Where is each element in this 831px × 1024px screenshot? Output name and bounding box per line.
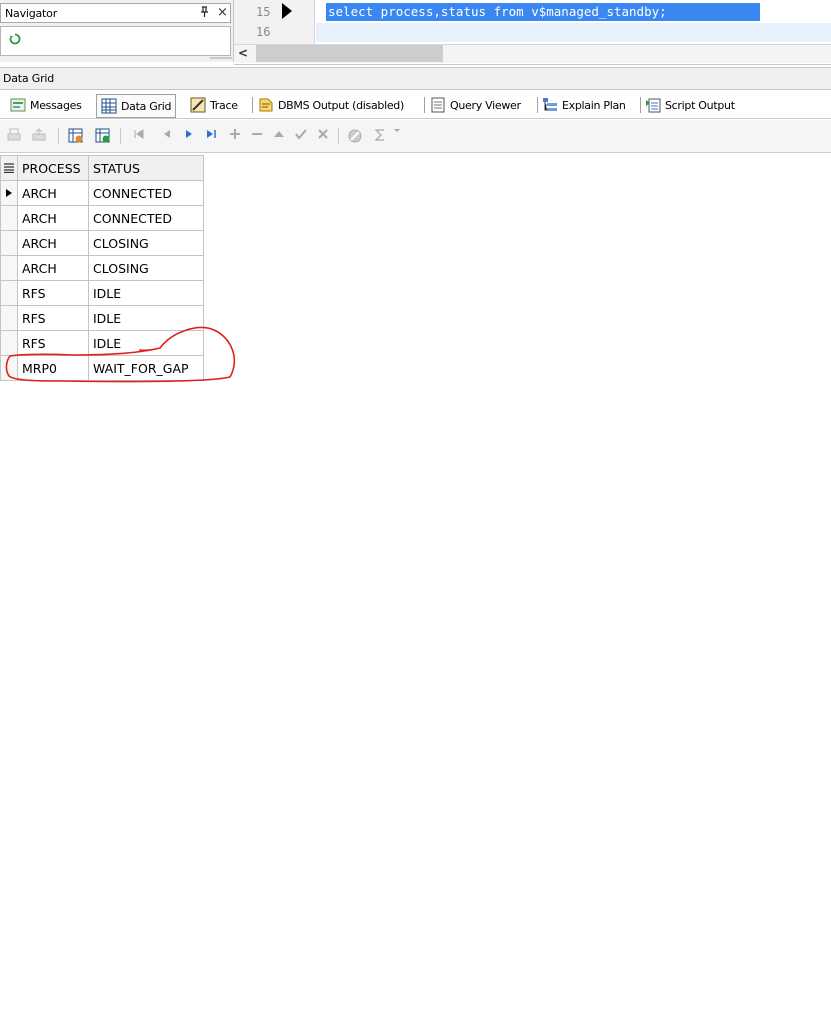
result-tabs: Messages Data Grid Trace DBMS Output (di… <box>0 92 831 119</box>
sum-dropdown-icon[interactable] <box>393 126 401 137</box>
code-text[interactable]: select process,status from v$managed_sta… <box>328 4 667 19</box>
table-row[interactable]: ARCH CLOSING <box>0 230 204 256</box>
first-record-icon[interactable] <box>133 128 145 144</box>
cell-status[interactable]: CLOSING <box>88 230 204 256</box>
tab-label: Query Viewer <box>450 98 521 112</box>
clear-icon[interactable] <box>347 128 363 148</box>
refresh-grid-icon[interactable] <box>68 128 84 148</box>
cell-status[interactable]: CONNECTED <box>88 180 204 206</box>
navigator-header: Navigator × <box>0 3 231 23</box>
navigator-body <box>0 26 231 56</box>
cell-process[interactable]: ARCH <box>17 255 89 281</box>
toolbar-separator <box>120 128 121 144</box>
execution-pointer-icon <box>282 3 292 19</box>
table-row[interactable]: ARCH CONNECTED <box>0 205 204 231</box>
row-selector[interactable] <box>0 255 18 281</box>
line-number: 16 <box>256 25 271 39</box>
line-gutter: 15 16 <box>234 0 315 44</box>
close-icon[interactable]: × <box>217 5 228 20</box>
prior-record-icon[interactable] <box>161 128 173 144</box>
tab-separator <box>252 97 253 113</box>
script-output-icon <box>645 97 661 113</box>
row-selector[interactable] <box>0 280 18 306</box>
tab-label: Data Grid <box>121 99 172 113</box>
tab-separator <box>640 97 641 113</box>
scroll-left-icon[interactable]: < <box>238 46 248 60</box>
cell-status[interactable]: IDLE <box>88 280 204 306</box>
tab-separator <box>537 97 538 113</box>
post-edit-icon[interactable] <box>295 128 307 144</box>
tab-explain-plan[interactable]: Explain Plan <box>542 94 626 116</box>
column-header-status[interactable]: STATUS <box>88 155 204 181</box>
column-header-process[interactable]: PROCESS <box>17 155 89 181</box>
tab-dbms-output[interactable]: DBMS Output (disabled) <box>258 94 404 116</box>
cell-process[interactable]: ARCH <box>17 180 89 206</box>
tab-label: Trace <box>210 98 238 112</box>
navigator-panel: Navigator × <box>0 0 234 62</box>
line-number: 15 <box>256 5 271 19</box>
editor-horizontal-scrollbar[interactable]: < <box>234 44 831 63</box>
current-row-indicator-icon <box>0 180 18 206</box>
cell-status[interactable]: CLOSING <box>88 255 204 281</box>
dbms-output-icon <box>258 97 274 113</box>
cell-status[interactable]: CONNECTED <box>88 205 204 231</box>
next-record-icon[interactable] <box>183 128 195 144</box>
tab-separator <box>424 97 425 113</box>
cell-process[interactable]: RFS <box>17 280 89 306</box>
sql-editor[interactable]: 15 16 select process,status from v$manag… <box>234 0 831 65</box>
row-selector[interactable] <box>0 230 18 256</box>
tab-messages[interactable]: Messages <box>10 94 82 116</box>
toolbar-separator <box>58 128 59 144</box>
cancel-edit-icon[interactable] <box>317 128 329 144</box>
table-row[interactable]: RFS IDLE <box>0 280 204 306</box>
panel-title: Data Grid <box>3 72 55 85</box>
trace-icon <box>190 97 206 113</box>
toolbar-separator <box>338 128 339 144</box>
red-annotation-circle <box>5 326 236 383</box>
header-row: PROCESS STATUS <box>0 155 204 181</box>
tab-script-output[interactable]: Script Output <box>645 94 735 116</box>
table-row[interactable]: ARCH CONNECTED <box>0 180 204 206</box>
table-row[interactable]: ARCH CLOSING <box>0 255 204 281</box>
grid-icon <box>101 98 117 114</box>
refresh-icon[interactable] <box>9 33 21 49</box>
last-record-icon[interactable] <box>205 128 217 144</box>
row-selector[interactable] <box>0 205 18 231</box>
navigator-title: Navigator <box>5 7 58 20</box>
edit-record-icon[interactable] <box>273 128 285 144</box>
row-selector-header[interactable] <box>0 155 18 181</box>
tab-label: Script Output <box>665 98 735 112</box>
explain-plan-icon <box>542 97 558 113</box>
pin-icon[interactable] <box>200 6 209 20</box>
tab-label: DBMS Output (disabled) <box>278 98 404 112</box>
tab-label: Messages <box>30 98 82 112</box>
messages-icon <box>10 97 26 113</box>
delete-record-icon[interactable] <box>251 128 263 144</box>
tab-trace[interactable]: Trace <box>190 94 238 116</box>
grid-toolbar <box>0 120 831 153</box>
current-line-highlight <box>316 23 831 42</box>
navigator-scrollbar[interactable] <box>210 57 232 59</box>
data-grid-panel-header: Data Grid <box>0 67 831 90</box>
filter-grid-icon[interactable] <box>95 128 111 148</box>
tab-data-grid[interactable]: Data Grid <box>96 94 177 118</box>
print-icon[interactable] <box>7 128 21 146</box>
cell-process[interactable]: ARCH <box>17 230 89 256</box>
tab-query-viewer[interactable]: Query Viewer <box>430 94 521 116</box>
tab-label: Explain Plan <box>562 98 626 112</box>
document-icon <box>430 97 446 113</box>
cell-process[interactable]: ARCH <box>17 205 89 231</box>
scrollbar-thumb[interactable] <box>256 45 443 62</box>
sum-icon[interactable] <box>373 128 387 146</box>
insert-record-icon[interactable] <box>229 128 241 144</box>
export-icon[interactable] <box>32 128 46 146</box>
